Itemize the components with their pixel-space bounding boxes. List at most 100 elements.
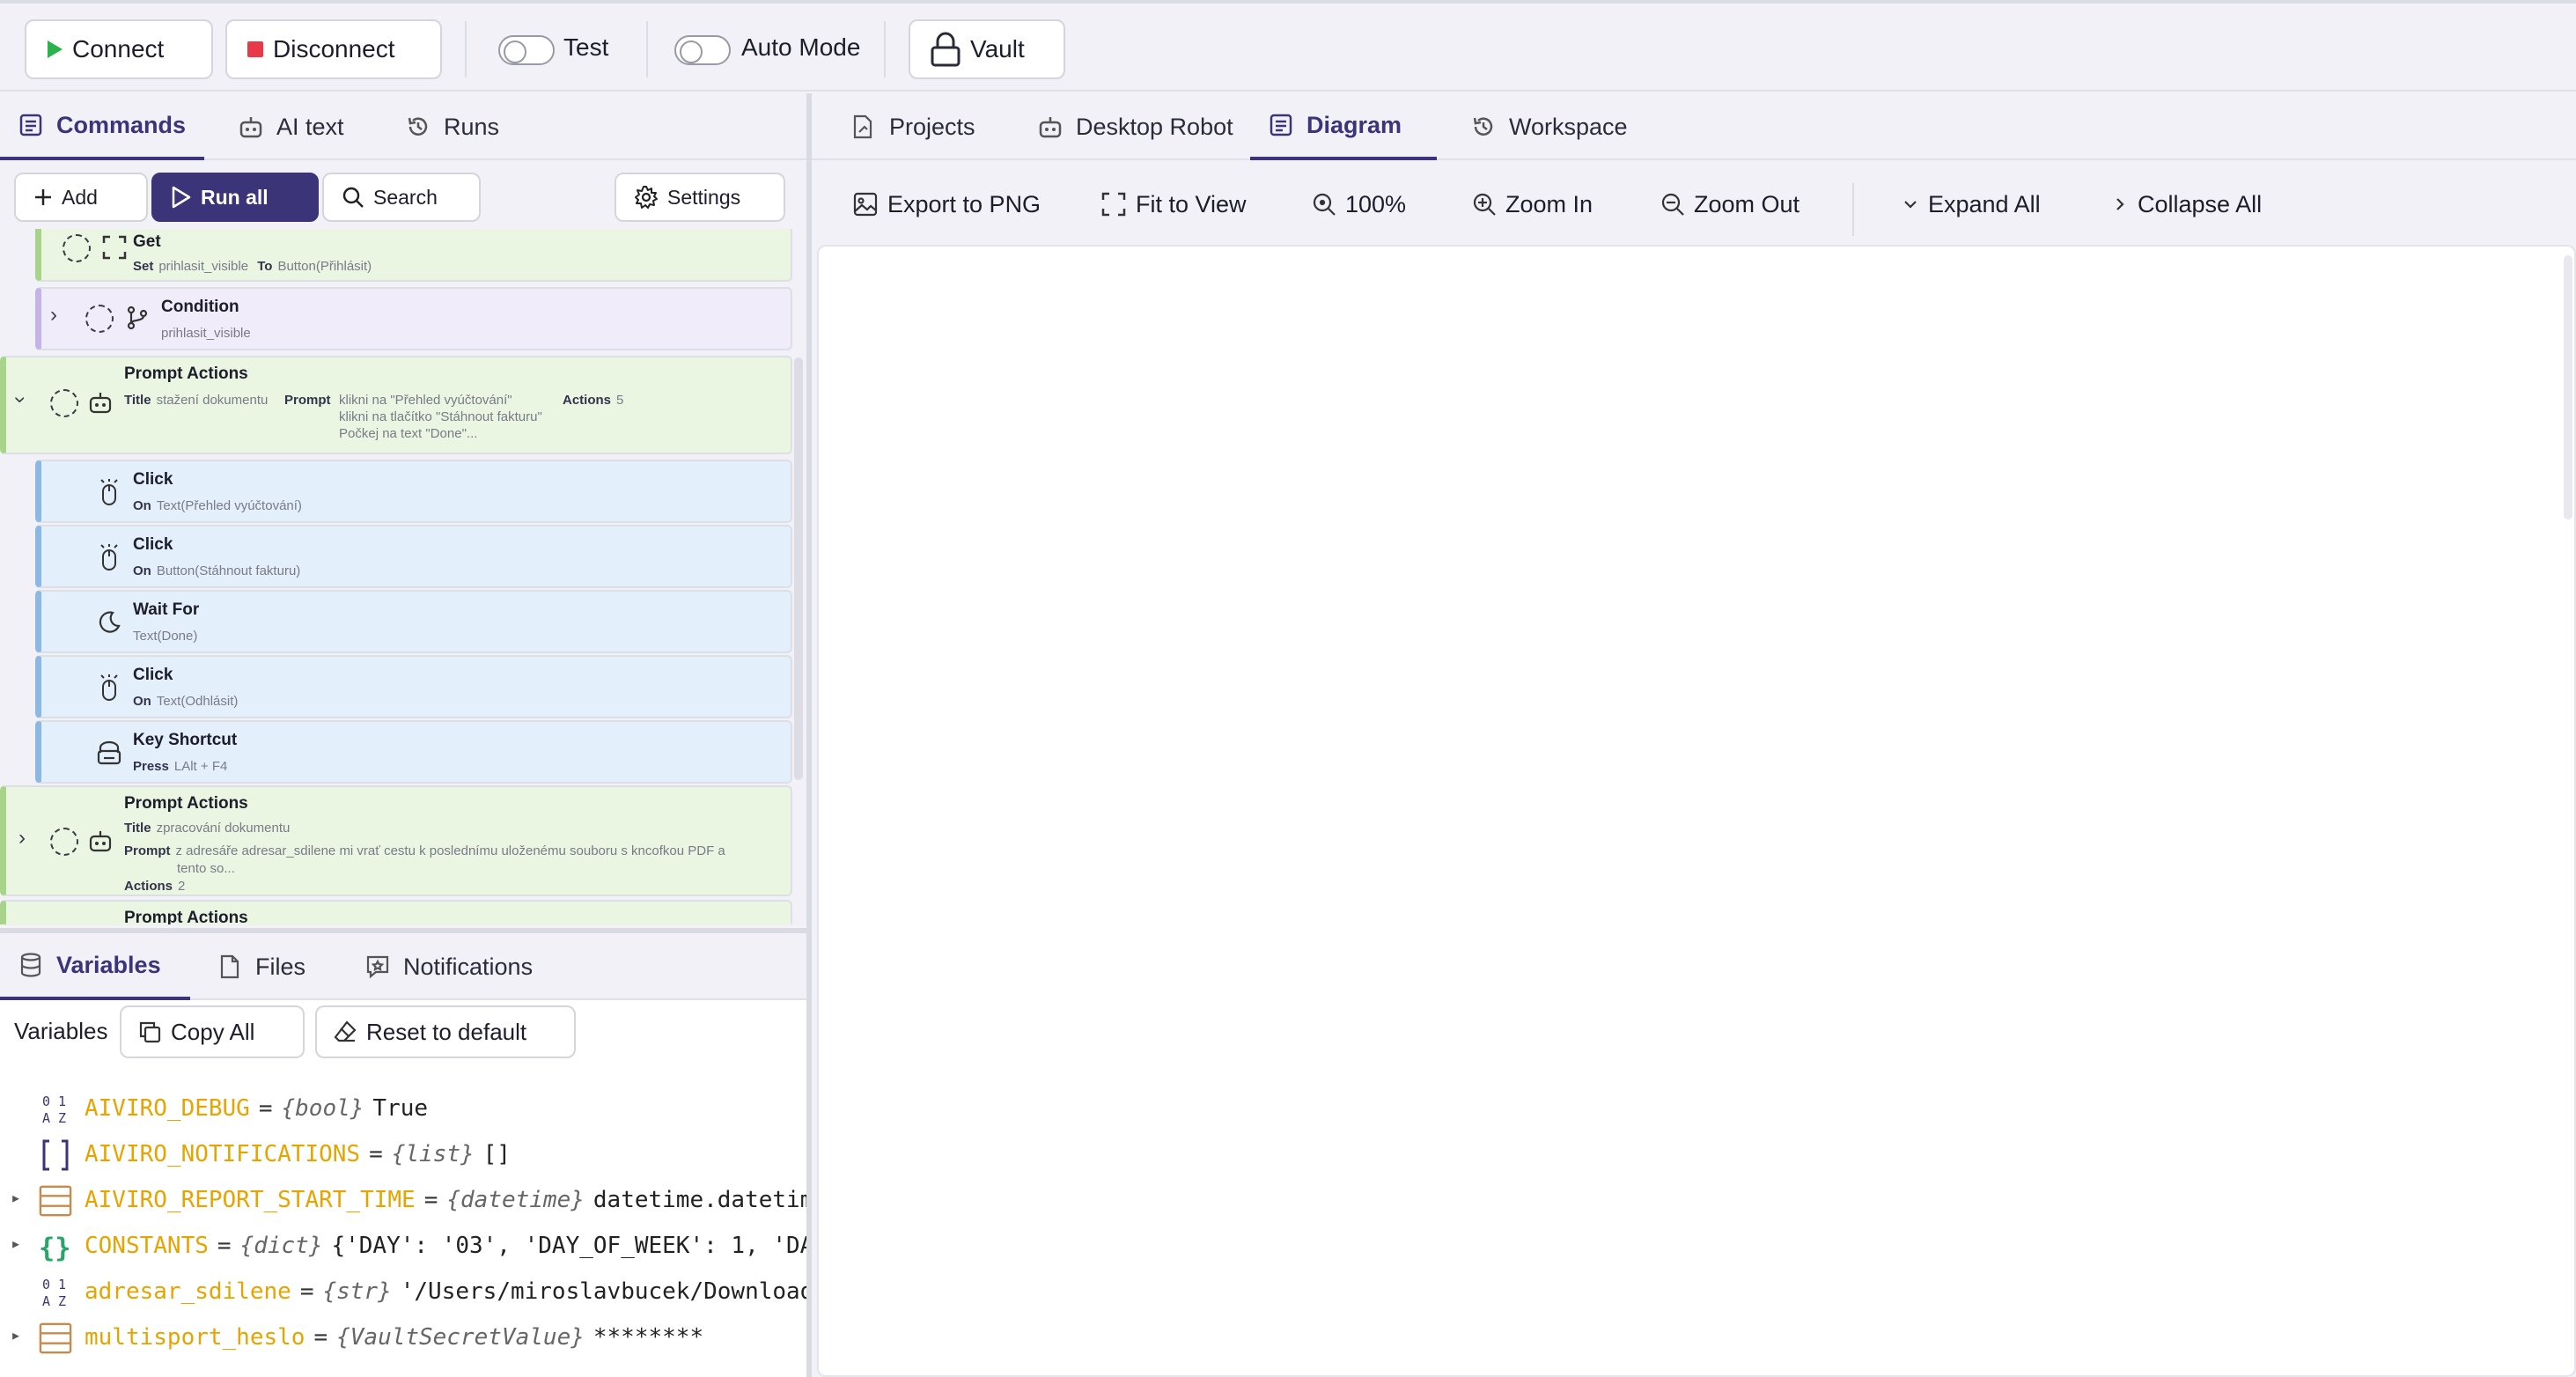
reset-to-default-button[interactable]: Reset to default [315,1005,576,1058]
chevron-down-icon [1904,201,1917,209]
command-card-condition[interactable]: › Condition prihlasit_visible [35,287,792,350]
zoom-level-button[interactable]: 100% [1312,180,1406,229]
settings-button[interactable]: Settings [615,173,785,222]
variable-row[interactable]: ▸ AIVIRO_REPORT_START_TIME = {datetime} dat… [0,1178,806,1222]
auto-mode-label: Auto Mode [741,33,861,61]
command-title: Prompt Actions [124,794,248,813]
export-png-button[interactable]: Export to PNG [852,180,1041,229]
command-param-prompt-line: tento so... [177,861,235,876]
expand-all-button[interactable]: Expand All [1902,180,2041,229]
command-title: Condition [161,298,239,316]
canvas-scrollbar[interactable] [2564,255,2572,519]
command-card-key-shortcut[interactable]: Key Shortcut Press LAlt + F4 [35,720,792,784]
command-card-click[interactable]: Click On Text(Přehled vyúčtování) [35,460,792,523]
connect-label: Connect [72,35,165,63]
list-icon [18,112,44,138]
tab-commands[interactable]: Commands [0,93,204,160]
svg-text:{}: {} [39,1233,71,1263]
command-card-get[interactable]: Get Set prihlasit_visible To Button(Přihlá… [35,229,792,282]
expand-arrow-icon[interactable]: ▸ [11,1233,21,1254]
tab-diagram[interactable]: Diagram [1250,93,1437,160]
list-type-icon [39,1139,72,1171]
zoom-in-label: Zoom In [1505,190,1593,217]
vault-button[interactable]: Vault [909,19,1065,79]
robot-icon [1037,114,1064,140]
variable-value: datetime.datetime [592,1187,806,1213]
history-icon [1470,114,1497,140]
command-title: Prompt Actions [124,364,248,383]
diagram-canvas[interactable] [817,245,2576,1377]
chevron-right-icon[interactable]: › [50,303,57,328]
search-button[interactable]: Search [322,173,481,222]
toolbar-divider [1852,183,1854,236]
right-tab-bar: Projects Desktop Robot Diagram Workspace [812,93,2576,160]
command-card-prompt-actions[interactable]: Prompt Actions [0,900,792,924]
tab-desktop-robot[interactable]: Desktop Robot [1019,93,1251,160]
command-card-click[interactable]: Click On Text(Odhlásit) [35,655,792,718]
command-card-prompt-actions[interactable]: › Prompt Actions Title stažení dokumentu … [0,356,792,454]
variable-row[interactable]: ▸ {} CONSTANTS = {dict} {'DAY': '03', 'DAY_… [0,1224,806,1268]
variable-value: [] [482,1141,511,1167]
variable-row[interactable]: AIVIRO_NOTIFICATIONS = {list}[] [0,1132,806,1176]
tab-files-label: Files [255,953,306,980]
tab-variables-label: Variables [56,951,161,978]
variable-name: AIVIRO_REPORT_START_TIME [85,1187,416,1213]
robot-icon [238,114,264,140]
tab-notifications[interactable]: Notifications [347,933,550,1000]
chevron-down-icon[interactable]: › [8,396,33,403]
auto-mode-toggle[interactable] [674,35,731,65]
eraser-icon [334,1020,357,1042]
status-pending-icon [50,828,78,856]
expand-arrow-icon[interactable]: ▸ [11,1187,21,1208]
connect-button[interactable]: Connect [25,19,213,79]
add-button[interactable]: Add [14,173,148,222]
command-params: Set prihlasit_visible To Button(Přihlásit) [133,259,372,274]
image-export-icon [853,192,878,217]
command-param-prompt-key: Prompt [284,393,331,408]
export-label: Export to PNG [887,190,1041,217]
tab-files[interactable]: Files [199,933,323,1000]
tab-runs[interactable]: Runs [387,93,517,160]
variable-row[interactable]: 0 1A Z adresar_sdilene = {str} '/Users/miro… [0,1270,806,1314]
command-title: Key Shortcut [133,731,238,749]
test-toggle[interactable] [498,35,555,65]
tab-ai-text[interactable]: AI text [220,93,362,160]
chevron-right-icon[interactable]: › [18,826,26,850]
fit-view-icon [1101,192,1126,217]
object-type-icon [39,1322,72,1354]
variable-type: {bool} [281,1095,364,1122]
tab-workspace[interactable]: Workspace [1453,93,1645,160]
copy-all-button[interactable]: Copy All [120,1005,305,1058]
vault-label: Vault [970,35,1025,63]
variable-value: {'DAY': '03', 'DAY_OF_WEEK': 1, 'DA [331,1233,806,1259]
variable-row[interactable]: 0 1A Z AIVIRO_DEBUG = {bool} True [0,1086,806,1130]
variables-panel: Variables Files Notifications Variables … [0,928,806,1377]
tab-commands-label: Commands [56,111,187,138]
variable-row[interactable]: ▸ multisport_heslo = {VaultSecretValue} ***… [0,1315,806,1359]
fit-to-view-button[interactable]: Fit to View [1100,180,1247,229]
zoom-in-button[interactable]: Zoom In [1472,180,1593,229]
command-card-prompt-actions[interactable]: › Prompt Actions Title zpracování dokumen… [0,785,792,896]
command-list-scrollbar[interactable] [794,357,803,780]
run-all-button[interactable]: Run all [151,173,319,222]
svg-text:A Z: A Z [42,1293,66,1309]
collapse-all-button[interactable]: Collapse All [2111,180,2262,229]
tab-variables[interactable]: Variables [0,933,190,1000]
command-params: Text(Done) [133,629,198,644]
variable-name: AIVIRO_NOTIFICATIONS [85,1141,361,1167]
command-card-wait-for[interactable]: Wait For Text(Done) [35,590,792,653]
stop-icon [247,41,263,57]
tab-projects[interactable]: Projects [833,93,993,160]
disconnect-button[interactable]: Disconnect [225,19,442,79]
tab-ai-text-label: AI text [276,113,344,140]
zoom-out-button[interactable]: Zoom Out [1660,180,1800,229]
play-icon [48,40,63,58]
zoom-icon [1313,193,1336,216]
variable-type: {datetime} [446,1187,585,1213]
history-icon [405,114,431,140]
run-all-label: Run all [201,185,269,209]
expand-arrow-icon[interactable]: ▸ [11,1324,21,1345]
diagram-toolbar: Export to PNG Fit to View 100% Zoom In Z… [812,160,2576,248]
command-card-click[interactable]: Click On Button(Stáhnout fakturu) [35,525,792,588]
variable-name: CONSTANTS [85,1233,209,1259]
